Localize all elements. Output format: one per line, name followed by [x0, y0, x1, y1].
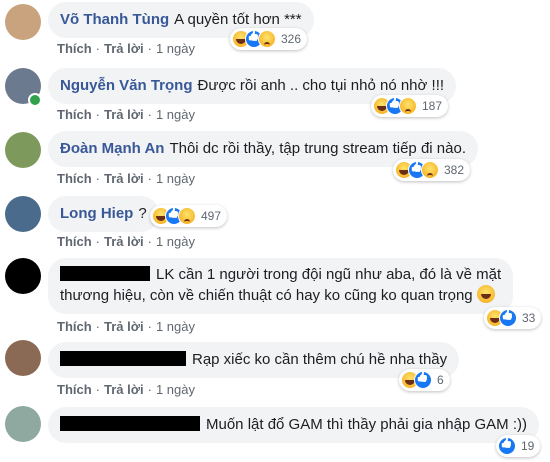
- timestamp[interactable]: 1 ngày: [156, 319, 195, 334]
- reply-link[interactable]: Trả lời: [104, 319, 144, 334]
- comment-text: Được rồi anh .. cho tụi nhỏ nó nhờ !!!: [197, 77, 445, 94]
- comment-actions: Thích · Trả lời · 1 ngày: [57, 107, 195, 122]
- redacted-author: [60, 266, 150, 281]
- comment-text: thương hiệu, còn về chiến thuật có hay k…: [60, 287, 473, 304]
- online-status-indicator: [28, 93, 42, 107]
- comment-bubble: Long Hiep?: [48, 196, 159, 232]
- reply-link[interactable]: Trả lời: [104, 234, 144, 249]
- like-link[interactable]: Thích: [57, 319, 92, 334]
- reaction-count: 19: [521, 439, 535, 453]
- reaction-count: 6: [437, 373, 444, 387]
- comment-actions: Thích · Trả lời · 1 ngày: [57, 319, 195, 334]
- comment-item: Võ Thanh Tùng A quyền tốt hơn *** 326 Thí…: [0, 0, 550, 60]
- comment-author[interactable]: Võ Thanh Tùng: [60, 11, 169, 28]
- redacted-author: [60, 416, 200, 431]
- reaction-count: 187: [422, 99, 443, 113]
- reaction-summary[interactable]: 326: [230, 28, 308, 50]
- comment-author[interactable]: Đoàn Mạnh An: [60, 140, 164, 157]
- comment-actions: Thích · Trả lời · 1 ngày: [57, 382, 195, 397]
- like-link[interactable]: Thích: [57, 171, 92, 186]
- reaction-count: 33: [522, 311, 536, 325]
- reaction-summary[interactable]: 497: [150, 205, 228, 227]
- comment-bubble: Rạp xiếc ko cần thêm chú hề nha thầy: [48, 342, 460, 378]
- comment-bubble: LK cần 1 người trong đội ngũ như aba, đó…: [48, 258, 514, 314]
- comment-actions: Thích · Trả lời · 1 ngày: [57, 171, 195, 186]
- comment-actions: Thích · Trả lời · 1 ngày: [57, 234, 195, 249]
- avatar[interactable]: [5, 196, 41, 232]
- like-reaction-icon: [499, 309, 517, 327]
- sad-reaction-icon: [178, 207, 196, 225]
- laughing-emoji-icon: [476, 285, 495, 303]
- comment-item: Rạp xiếc ko cần thêm chú hề nha thầy 6 T…: [0, 340, 550, 402]
- like-link[interactable]: Thích: [57, 234, 92, 249]
- avatar[interactable]: [5, 132, 41, 168]
- comment-text: Rạp xiếc ko cần thêm chú hề nha thầy: [192, 351, 448, 368]
- reply-link[interactable]: Trả lời: [104, 41, 144, 56]
- reaction-count: 382: [444, 163, 465, 177]
- avatar[interactable]: [5, 340, 41, 376]
- avatar[interactable]: [5, 258, 41, 294]
- sad-reaction-icon: [258, 30, 276, 48]
- redacted-author: [60, 351, 186, 366]
- reply-link[interactable]: Trả lời: [104, 107, 144, 122]
- timestamp[interactable]: 1 ngày: [156, 41, 195, 56]
- avatar[interactable]: [5, 4, 41, 40]
- reaction-summary[interactable]: 187: [371, 95, 449, 117]
- comment-text: LK cần 1 người trong đội ngũ như aba, đó…: [156, 266, 502, 283]
- comment-item: LK cần 1 người trong đội ngũ như aba, đó…: [0, 256, 550, 340]
- timestamp[interactable]: 1 ngày: [156, 234, 195, 249]
- like-reaction-icon: [498, 437, 516, 455]
- reaction-summary[interactable]: 33: [484, 307, 542, 329]
- sad-reaction-icon: [421, 161, 439, 179]
- timestamp[interactable]: 1 ngày: [156, 107, 195, 122]
- comment-text: ?: [138, 205, 147, 222]
- comment-bubble: Muốn lật đổ GAM thì thầy phải gia nhập G…: [48, 407, 539, 443]
- comment-author[interactable]: Long Hiep: [60, 205, 133, 222]
- comment-author[interactable]: Nguyễn Văn Trọng: [60, 77, 193, 94]
- reply-link[interactable]: Trả lời: [104, 382, 144, 397]
- reaction-summary[interactable]: 19: [496, 435, 541, 457]
- reaction-summary[interactable]: 6: [399, 369, 450, 391]
- timestamp[interactable]: 1 ngày: [156, 171, 195, 186]
- like-reaction-icon: [414, 371, 432, 389]
- like-link[interactable]: Thích: [57, 382, 92, 397]
- sad-reaction-icon: [399, 97, 417, 115]
- comment-text: Thôi dc rồi thầy, tập trung stream tiếp …: [169, 140, 466, 157]
- comment-item: Long Hiep? 497 Thích·Trả lời·1 ngày: [0, 192, 550, 252]
- reaction-count: 497: [201, 209, 222, 223]
- timestamp[interactable]: 1 ngày: [156, 382, 195, 397]
- reaction-count: 326: [281, 32, 302, 46]
- comment-text: A quyền tốt hơn ***: [174, 11, 302, 28]
- reply-link[interactable]: Trả lời: [104, 171, 144, 186]
- reaction-summary[interactable]: 382: [393, 159, 471, 181]
- like-link[interactable]: Thích: [57, 107, 92, 122]
- comment-actions: Thích · Trả lời · 1 ngày: [57, 41, 195, 56]
- like-link[interactable]: Thích: [57, 41, 92, 56]
- avatar[interactable]: [5, 406, 41, 442]
- comment-text: Muốn lật đổ GAM thì thầy phải gia nhập G…: [206, 416, 527, 433]
- comment-item: Muốn lật đổ GAM thì thầy phải gia nhập G…: [0, 404, 550, 462]
- comment-item: Nguyễn Văn Trọng Được rồi anh .. cho tụi …: [0, 64, 550, 124]
- comment-item: Đoàn Mạnh An Thôi dc rồi thầy, tập trung …: [0, 128, 550, 188]
